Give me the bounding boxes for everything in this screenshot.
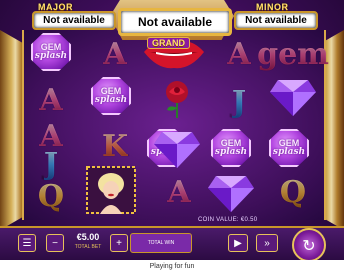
symbol-letter-q: Q — [37, 178, 65, 214]
symbol-marilyn-portrait — [86, 166, 136, 214]
diamond-icon — [208, 176, 254, 212]
autoplay-button[interactable]: ▶ — [228, 234, 248, 252]
symbol-gem: GEMsplash — [86, 74, 136, 118]
play-mode-footer: Playing for fun — [0, 260, 344, 274]
rose-icon — [166, 81, 188, 118]
symbol-letter-j: J — [231, 84, 247, 120]
marilyn-portrait-icon — [86, 166, 136, 214]
minus-icon: − — [52, 237, 58, 249]
slot-game-screen: GEM splash A A J Q A GEM splash K A A J … — [0, 0, 344, 274]
diamond-icon — [154, 132, 200, 168]
menu-icon: ☰ — [22, 237, 32, 249]
turbo-icon: » — [264, 237, 270, 249]
diamond-icon — [270, 80, 316, 116]
grand-jackpot-label: GRAND — [147, 37, 190, 49]
symbol-letter-k: K — [101, 128, 129, 164]
coin-value-readout: COIN VALUE: €0.50 — [198, 217, 258, 223]
plus-icon: + — [116, 237, 122, 249]
symbol-gem: GEMsplash — [206, 126, 256, 170]
turbo-button[interactable]: » — [256, 234, 278, 252]
symbol-gem: GEMsplash — [26, 30, 76, 74]
symbol-diamond — [152, 126, 202, 170]
symbol-rose — [152, 76, 202, 120]
grand-jackpot-value: Not available — [118, 8, 232, 36]
total-win-display: TOTAL WIN — [130, 233, 192, 253]
total-bet-display: €5.00 TOTAL BET — [68, 232, 108, 252]
symbol-letter-a: gem — [257, 36, 329, 72]
symbol-letter-q: Q — [279, 174, 307, 210]
symbol-diamond — [268, 74, 318, 118]
autoplay-icon: ▶ — [234, 237, 242, 249]
minor-jackpot-value: Not available — [234, 11, 318, 30]
major-jackpot-value: Not available — [32, 11, 116, 30]
total-bet-label: TOTAL BET — [74, 244, 102, 250]
reel-grid: GEM splash A A J Q A GEM splash K A A J … — [22, 30, 329, 220]
decrease-bet-button[interactable]: − — [46, 234, 64, 252]
spin-button[interactable] — [292, 228, 326, 262]
symbol-gem: GEMsplash — [264, 126, 314, 170]
total-win-label: TOTAL WIN — [147, 240, 175, 246]
symbol-letter-a: A — [167, 174, 191, 210]
symbol-diamond — [206, 170, 256, 214]
total-bet-value: €5.00 — [76, 232, 100, 242]
increase-bet-button[interactable]: + — [110, 234, 128, 252]
menu-button[interactable]: ☰ — [18, 234, 36, 252]
